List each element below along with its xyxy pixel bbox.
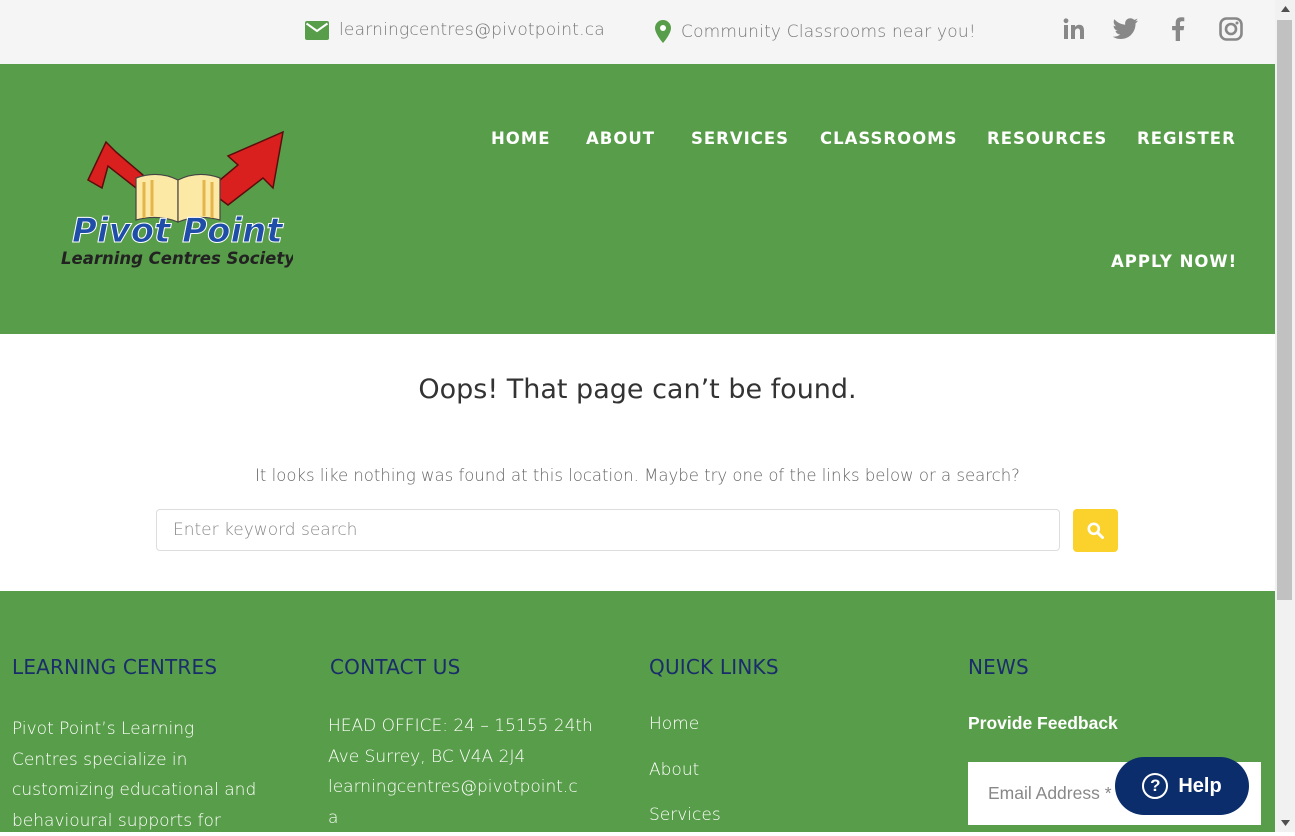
- footer-link-services[interactable]: Services: [649, 805, 721, 825]
- not-found-message: It looks like nothing was found at this …: [0, 466, 1275, 485]
- provide-feedback-link[interactable]: Provide Feedback: [968, 713, 1118, 734]
- nav-home[interactable]: HOME: [491, 129, 551, 148]
- top-bar: learningcentres@pivotpoint.ca Community …: [0, 0, 1275, 64]
- footer-contact-text: HEAD OFFICE: 24 – 15155 24th Ave Surrey,…: [328, 711, 593, 833]
- footer-learning-line: Pivot Point’s Learning: [12, 714, 256, 745]
- scroll-down-arrow-icon[interactable]: [1275, 814, 1295, 832]
- footer-contact-email[interactable]: learningcentres@pivotpoint.c: [328, 772, 593, 803]
- scroll-up-arrow-icon[interactable]: [1275, 0, 1295, 18]
- search-button[interactable]: [1073, 509, 1118, 552]
- scrollbar[interactable]: [1275, 0, 1295, 832]
- footer-learning-line: Centres specialize in: [12, 745, 256, 776]
- footer-contact-title: CONTACT US: [330, 655, 461, 679]
- footer-contact-line: HEAD OFFICE: 24 – 15155 24th: [328, 711, 593, 742]
- footer-contact-line: a: [328, 803, 593, 834]
- help-label: Help: [1178, 775, 1221, 798]
- footer-link-about[interactable]: About: [649, 760, 699, 780]
- facebook-icon[interactable]: [1165, 16, 1191, 42]
- envelope-icon: [305, 21, 329, 40]
- footer-quicklinks-title: QUICK LINKS: [649, 655, 779, 679]
- footer-learning-text: Pivot Point’s Learning Centres specializ…: [12, 714, 256, 836]
- topbar-email[interactable]: learningcentres@pivotpoint.ca: [305, 20, 605, 40]
- topbar-email-text: learningcentres@pivotpoint.ca: [339, 20, 605, 40]
- nav-register[interactable]: REGISTER: [1137, 129, 1236, 148]
- footer-news-title: NEWS: [968, 655, 1029, 679]
- nav-about[interactable]: ABOUT: [586, 129, 655, 148]
- help-button[interactable]: ? Help: [1115, 757, 1249, 815]
- main-content: Oops! That page can’t be found. It looks…: [0, 334, 1275, 591]
- twitter-icon[interactable]: [1113, 16, 1139, 42]
- svg-text:Pivot Point: Pivot Point: [72, 211, 284, 251]
- nav-classrooms[interactable]: CLASSROOMS: [820, 129, 957, 148]
- nav-resources[interactable]: RESOURCES: [987, 129, 1107, 148]
- nav-apply-now[interactable]: APPLY NOW!: [1111, 252, 1237, 271]
- instagram-icon[interactable]: [1218, 16, 1244, 42]
- logo-graphic: Pivot Point Learning Centres Society: [58, 130, 293, 270]
- footer-link-home[interactable]: Home: [649, 714, 699, 734]
- linkedin-icon[interactable]: [1061, 16, 1087, 42]
- nav-services[interactable]: SERVICES: [691, 129, 789, 148]
- site-header: Pivot Point Learning Centres Society HOM…: [0, 64, 1275, 334]
- scrollbar-thumb[interactable]: [1277, 20, 1292, 600]
- page-title: Oops! That page can’t be found.: [0, 374, 1275, 405]
- search-input[interactable]: [156, 509, 1060, 551]
- topbar-location[interactable]: Community Classrooms near you!: [655, 20, 976, 43]
- footer-contact-line: Ave Surrey, BC V4A 2J4: [328, 742, 593, 773]
- footer-learning-line: behavioural supports for: [12, 806, 256, 836]
- question-circle-icon: ?: [1142, 773, 1168, 799]
- map-pin-icon: [655, 20, 671, 43]
- site-footer: LEARNING CENTRES Pivot Point’s Learning …: [0, 591, 1275, 832]
- site-logo[interactable]: Pivot Point Learning Centres Society: [58, 130, 293, 270]
- footer-learning-line: customizing educational and: [12, 775, 256, 806]
- svg-text:Learning Centres Society: Learning Centres Society: [61, 249, 293, 268]
- footer-learning-title: LEARNING CENTRES: [12, 655, 217, 679]
- search-icon: [1087, 522, 1104, 539]
- topbar-location-text: Community Classrooms near you!: [681, 22, 976, 42]
